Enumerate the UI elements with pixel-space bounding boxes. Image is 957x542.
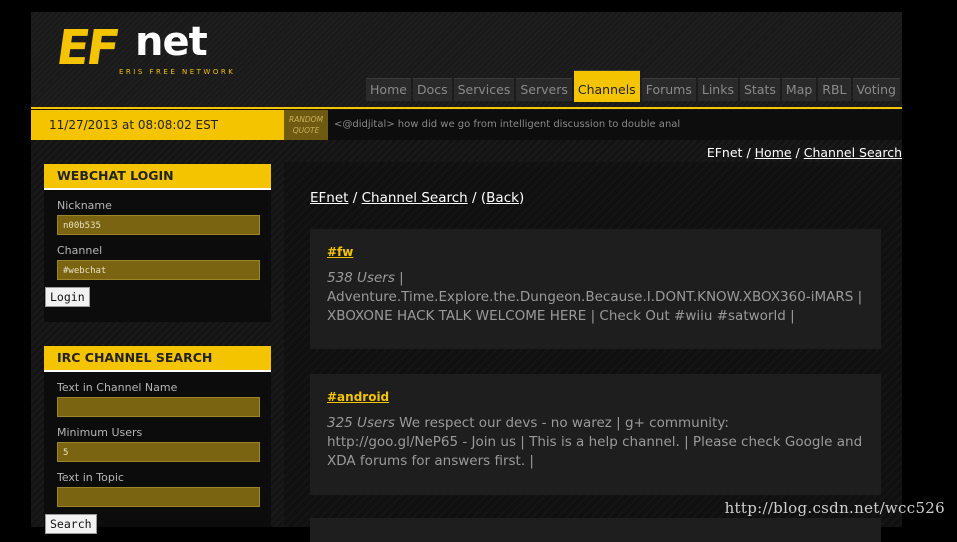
min-users-label: Minimum Users xyxy=(57,426,143,439)
breadcrumb-separator: / xyxy=(746,145,751,160)
nickname-input[interactable]: n00b535 xyxy=(57,215,260,235)
logo-net[interactable]: net xyxy=(135,22,208,62)
nav-docs[interactable]: Docs xyxy=(412,78,452,101)
main-breadcrumb-root-link[interactable]: EFnet xyxy=(310,190,348,206)
random-quote-text: <@didjital> how did we go from intellige… xyxy=(334,119,681,130)
nav-voting[interactable]: Voting xyxy=(852,78,900,101)
channel-name-link[interactable]: #fw xyxy=(327,245,353,259)
topic-label: Text in Topic xyxy=(57,471,124,484)
breadcrumb-channel-search-link[interactable]: Channel Search xyxy=(804,145,902,160)
logo-ef[interactable]: EF xyxy=(53,20,120,76)
back-link-wrapper: (Back) xyxy=(480,190,525,206)
breadcrumb-separator: / xyxy=(352,190,358,206)
main-content: EFnet / Channel Search / (Back) #fw 538 … xyxy=(284,162,902,542)
server-datetime: 11/27/2013 at 08:08:02 EST xyxy=(31,110,284,140)
breadcrumb-home-link[interactable]: Home xyxy=(755,145,792,160)
breadcrumb-root: EFnet xyxy=(706,145,743,160)
user-count: 325 Users xyxy=(327,415,395,431)
channel-result-card xyxy=(310,518,881,542)
channel-result-card: #fw 538 Users | Adventure.Time.Explore.t… xyxy=(310,229,881,349)
topic-text: We respect our devs - no warez | g+ comm… xyxy=(327,415,863,469)
login-button[interactable]: Login xyxy=(45,287,90,307)
channel-label: Channel xyxy=(57,244,103,257)
logo-subtitle: ERIS FREE NETWORK xyxy=(119,68,236,76)
nav-links[interactable]: Links xyxy=(697,78,738,101)
main-breadcrumb-search-link[interactable]: Channel Search xyxy=(362,190,468,206)
nav-forums[interactable]: Forums xyxy=(641,78,696,101)
main-breadcrumb: EFnet / Channel Search / (Back) xyxy=(310,190,524,206)
channel-search-panel: IRC CHANNEL SEARCH Text in Channel Name … xyxy=(44,346,271,534)
channel-search-title: IRC CHANNEL SEARCH xyxy=(44,346,271,372)
breadcrumb-separator: / xyxy=(795,145,800,160)
channel-topic: 538 Users | Adventure.Time.Explore.the.D… xyxy=(327,269,864,326)
nickname-label: Nickname xyxy=(57,199,112,212)
header: EF net ERIS FREE NETWORK Home Docs Servi… xyxy=(31,12,902,108)
random-quote-tag: RANDOM QUOTE xyxy=(284,110,328,140)
nav-rbl[interactable]: RBL xyxy=(818,78,851,101)
pipe-separator: | xyxy=(399,270,404,286)
topic-input[interactable] xyxy=(57,487,260,507)
user-count: 538 Users xyxy=(327,270,395,286)
nav-map[interactable]: Map xyxy=(781,78,817,101)
topic-text: Adventure.Time.Explore.the.Dungeon.Becau… xyxy=(327,289,863,324)
header-divider xyxy=(31,107,902,109)
nav-servers[interactable]: Servers xyxy=(516,78,572,101)
site-container: EF net ERIS FREE NETWORK Home Docs Servi… xyxy=(31,12,902,542)
main-nav: Home Docs Services Servers Channels Foru… xyxy=(366,70,900,102)
ticker-bar: 11/27/2013 at 08:08:02 EST RANDOM QUOTE … xyxy=(31,110,902,140)
breadcrumb-separator: / xyxy=(472,190,477,206)
channel-topic: 325 Users We respect our devs - no warez… xyxy=(327,414,864,471)
min-users-input[interactable]: 5 xyxy=(57,442,260,462)
back-link[interactable]: Back xyxy=(486,190,519,206)
channel-name-link[interactable]: #android xyxy=(327,390,389,404)
nav-channels[interactable]: Channels xyxy=(573,70,640,102)
nav-home[interactable]: Home xyxy=(366,78,411,101)
channel-result-card: #android 325 Users We respect our devs -… xyxy=(310,374,881,495)
webchat-login-panel: WEBCHAT LOGIN Nickname n00b535 Channel #… xyxy=(44,164,271,322)
watermark-url: http://blog.csdn.net/wcc526 xyxy=(724,499,945,517)
channel-name-input[interactable] xyxy=(57,397,260,417)
top-breadcrumb: EFnet / Home / Channel Search xyxy=(707,145,902,160)
nav-services[interactable]: Services xyxy=(453,78,515,101)
channel-name-label: Text in Channel Name xyxy=(57,381,178,394)
search-button[interactable]: Search xyxy=(45,514,97,534)
nav-stats[interactable]: Stats xyxy=(739,78,780,101)
webchat-login-title: WEBCHAT LOGIN xyxy=(44,164,271,190)
channel-input[interactable]: #webchat xyxy=(57,260,260,280)
